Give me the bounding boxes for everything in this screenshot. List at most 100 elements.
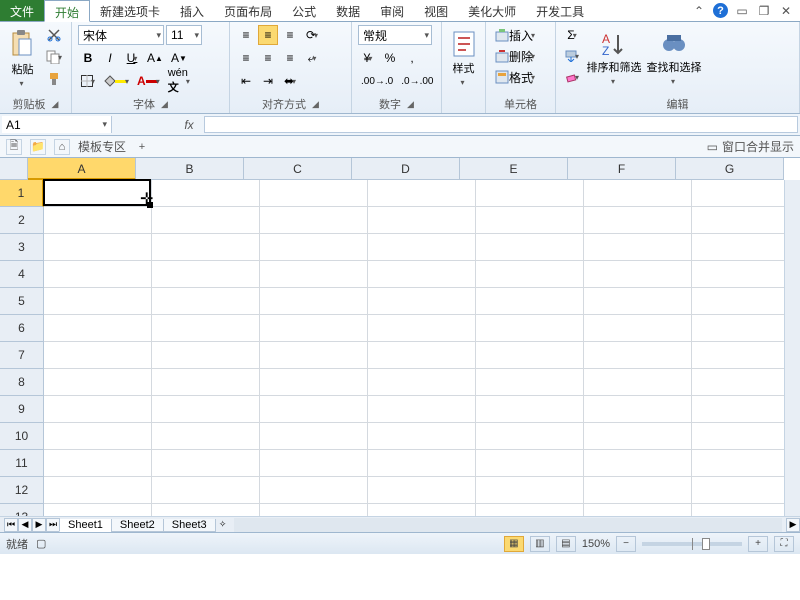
cell[interactable] <box>368 207 476 234</box>
cell[interactable] <box>152 396 260 423</box>
cell[interactable] <box>152 342 260 369</box>
tab-layout[interactable]: 页面布局 <box>214 0 282 21</box>
orientation-button[interactable]: ⟳▾ <box>302 25 322 45</box>
cell[interactable] <box>584 450 692 477</box>
zoom-out-button[interactable]: − <box>616 536 636 552</box>
column-header[interactable]: D <box>352 158 460 180</box>
zoom-in-button[interactable]: + <box>748 536 768 552</box>
cell[interactable] <box>260 288 368 315</box>
cell[interactable] <box>368 315 476 342</box>
row-header[interactable]: 3 <box>0 234 44 261</box>
insert-cells-button[interactable]: 插入▾ <box>492 25 552 45</box>
cell[interactable] <box>476 288 584 315</box>
cell[interactable] <box>152 234 260 261</box>
cell[interactable] <box>476 180 584 207</box>
shrink-font-button[interactable]: A▼ <box>168 48 190 68</box>
tab-home[interactable]: 开始 <box>44 0 90 22</box>
fullscreen-button[interactable]: ⛶ <box>774 536 794 552</box>
cell[interactable] <box>152 477 260 504</box>
font-dialog-launcher[interactable]: ◢ <box>161 99 168 110</box>
cell[interactable] <box>260 369 368 396</box>
format-cells-button[interactable]: 格式▾ <box>492 67 552 87</box>
window-restore-icon[interactable]: ❐ <box>756 4 772 18</box>
cell[interactable] <box>44 180 152 207</box>
column-header[interactable]: B <box>136 158 244 180</box>
cell[interactable] <box>260 450 368 477</box>
increase-decimal-button[interactable]: .00→.0 <box>358 71 396 91</box>
cell[interactable] <box>368 342 476 369</box>
horizontal-scrollbar[interactable] <box>234 518 782 532</box>
cell[interactable] <box>152 450 260 477</box>
cell[interactable] <box>476 342 584 369</box>
cell[interactable] <box>260 261 368 288</box>
cell[interactable] <box>44 396 152 423</box>
format-painter-button[interactable] <box>43 69 65 89</box>
autosum-button[interactable]: Σ▾ <box>562 25 582 45</box>
cell[interactable] <box>260 315 368 342</box>
name-box[interactable]: A1 <box>2 116 112 133</box>
cell[interactable] <box>368 180 476 207</box>
cell[interactable] <box>44 450 152 477</box>
align-top-button[interactable]: ≡ <box>236 25 256 45</box>
tab-newtab[interactable]: 新建选项卡 <box>90 0 170 21</box>
merge-cells-button[interactable]: ⬌▾ <box>280 71 300 91</box>
row-header[interactable]: 6 <box>0 315 44 342</box>
cell[interactable] <box>476 477 584 504</box>
cell[interactable] <box>260 180 368 207</box>
column-header[interactable]: G <box>676 158 784 180</box>
cell[interactable] <box>44 207 152 234</box>
sheet-nav-prev[interactable]: ◀ <box>18 518 32 532</box>
tab-developer[interactable]: 开发工具 <box>526 0 594 21</box>
number-format-combo[interactable]: 常规 <box>358 25 432 45</box>
align-center-button[interactable]: ≡ <box>258 48 278 68</box>
cell[interactable] <box>260 423 368 450</box>
cell[interactable] <box>368 423 476 450</box>
number-dialog-launcher[interactable]: ◢ <box>407 99 414 110</box>
cell[interactable] <box>152 207 260 234</box>
window-minimize-icon[interactable]: ▭ <box>734 4 750 18</box>
cell[interactable] <box>584 234 692 261</box>
clear-button[interactable]: ▾ <box>562 67 582 87</box>
sheet-nav-last[interactable]: ⏭ <box>46 518 60 532</box>
clipboard-dialog-launcher[interactable]: ◢ <box>52 99 59 110</box>
wrap-text-button[interactable]: ⤶▾ <box>302 48 322 68</box>
row-header[interactable]: 1 <box>0 180 44 207</box>
cell[interactable] <box>44 234 152 261</box>
increase-indent-button[interactable]: ⇥ <box>258 71 278 91</box>
tab-data[interactable]: 数据 <box>326 0 370 21</box>
cell[interactable] <box>44 477 152 504</box>
cell[interactable] <box>476 396 584 423</box>
formula-input[interactable] <box>204 116 798 133</box>
sheet-nav-next[interactable]: ▶ <box>32 518 46 532</box>
underline-button[interactable]: U▾ <box>122 48 142 68</box>
cell[interactable] <box>584 207 692 234</box>
cell[interactable] <box>152 369 260 396</box>
view-pagebreak-button[interactable]: ▤ <box>556 536 576 552</box>
cell[interactable] <box>584 477 692 504</box>
align-middle-button[interactable]: ≡ <box>258 25 278 45</box>
cells-area[interactable] <box>44 180 784 516</box>
cell[interactable] <box>44 315 152 342</box>
sheet-tab[interactable]: Sheet2 <box>111 519 164 532</box>
cell[interactable] <box>476 207 584 234</box>
tab-file[interactable]: 文件 <box>0 0 44 21</box>
cell[interactable] <box>44 342 152 369</box>
template-zone-tab[interactable]: 模板专区 <box>78 138 126 155</box>
row-header[interactable]: 8 <box>0 369 44 396</box>
sheet-tab[interactable]: Sheet3 <box>163 519 216 532</box>
row-header[interactable]: 5 <box>0 288 44 315</box>
cell[interactable] <box>368 450 476 477</box>
cell[interactable] <box>476 369 584 396</box>
open-folder-icon[interactable]: 📁 <box>30 139 46 155</box>
italic-button[interactable]: I <box>100 48 120 68</box>
paste-button[interactable]: 粘贴 ▾ <box>6 25 39 91</box>
decrease-indent-button[interactable]: ⇤ <box>236 71 256 91</box>
tab-formula[interactable]: 公式 <box>282 0 326 21</box>
window-close-icon[interactable]: ✕ <box>778 4 794 18</box>
view-pagelayout-button[interactable]: ▥ <box>530 536 550 552</box>
cell[interactable] <box>152 180 260 207</box>
align-right-button[interactable]: ≡ <box>280 48 300 68</box>
copy-button[interactable]: ▾ <box>43 47 65 67</box>
cell[interactable] <box>44 261 152 288</box>
delete-cells-button[interactable]: 删除▾ <box>492 46 552 66</box>
